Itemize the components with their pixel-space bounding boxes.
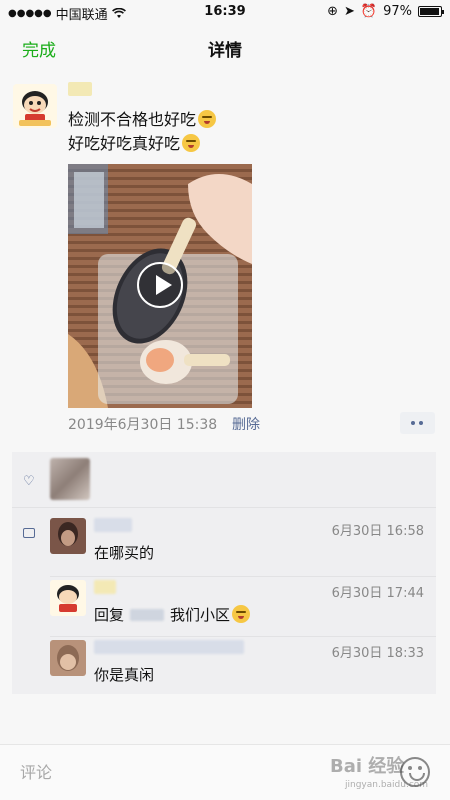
rotation-lock-icon: ⊕ <box>327 4 338 19</box>
watermark-url: jingyan.baidu.com <box>345 780 429 790</box>
liker-avatar[interactable] <box>50 458 90 500</box>
interactions-panel: ♡ 6月30日 16:58 在哪买的 6月30日 17:44 回复 我们小区 6… <box>12 452 436 694</box>
comment-text: 在哪买的 <box>94 544 155 562</box>
post-text: 检测不合格也好吃 好吃好吃真好吃 <box>68 108 408 156</box>
comment-time: 6月30日 17:44 <box>331 586 424 601</box>
status-bar: ●●●●● 中国联通 16:39 ⊕ ➤ ⏰ 97% <box>0 0 450 24</box>
commenter-avatar[interactable] <box>50 580 86 616</box>
battery-percent: 97% <box>383 4 412 19</box>
video-thumbnail[interactable] <box>68 164 252 408</box>
post-timestamp: 2019年6月30日 15:38 <box>68 417 218 433</box>
likes-row: ♡ <box>12 452 436 508</box>
comment-icon <box>23 528 35 538</box>
reply-prefix: 回复 <box>94 606 125 624</box>
status-right: ⊕ ➤ ⏰ 97% <box>327 4 444 19</box>
smirk-emoji-icon <box>198 110 217 128</box>
comment-text: 回复 我们小区 <box>94 604 251 625</box>
commenter-avatar[interactable] <box>50 518 86 554</box>
post-line-1: 检测不合格也好吃 <box>68 110 197 129</box>
alarm-icon: ⏰ <box>360 4 378 19</box>
commenter-name-blurred[interactable] <box>94 580 116 594</box>
commenter-name-blurred[interactable] <box>94 640 244 654</box>
comment-time: 6月30日 18:33 <box>331 646 424 661</box>
location-icon: ➤ <box>344 4 355 19</box>
commenter-avatar[interactable] <box>50 640 86 676</box>
delete-button[interactable]: 删除 <box>232 414 260 434</box>
comment-time: 6月30日 16:58 <box>331 524 424 539</box>
page-title: 详情 <box>208 41 242 61</box>
nav-bar: 完成 详情 <box>0 24 450 68</box>
post-line-2: 好吃好吃真好吃 <box>68 134 181 153</box>
reply-body: 我们小区 <box>170 606 231 624</box>
watermark: Bai 经验 <box>330 756 405 777</box>
author-name-blurred[interactable] <box>68 82 92 96</box>
comment-text: 你是真闲 <box>94 666 155 684</box>
comment-divider <box>50 576 436 577</box>
smirk-emoji-icon <box>182 134 201 152</box>
cartoon-avatar-icon <box>13 84 57 128</box>
heart-icon: ♡ <box>23 474 35 489</box>
more-options-button[interactable] <box>400 412 435 434</box>
author-avatar[interactable] <box>13 84 57 128</box>
frown-emoji-icon <box>232 605 251 623</box>
commenter-name-blurred[interactable] <box>94 518 132 532</box>
battery-icon <box>418 6 444 17</box>
reply-target-blurred[interactable] <box>130 609 165 621</box>
comment-divider <box>50 636 436 637</box>
play-button[interactable] <box>137 262 183 308</box>
